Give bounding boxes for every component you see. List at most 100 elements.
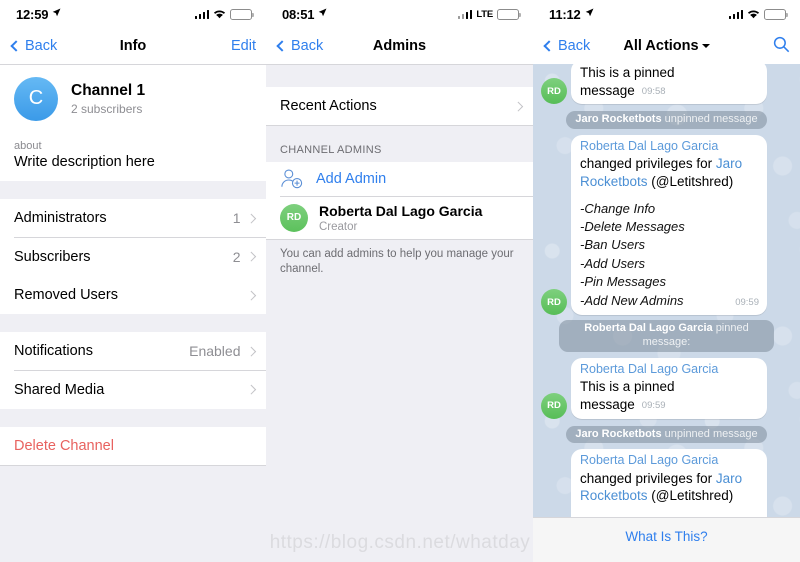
status-bar-left: 08:51 bbox=[282, 7, 327, 22]
members-group: Administrators 1 Subscribers 2 Removed U… bbox=[0, 199, 266, 314]
chevron-right-icon bbox=[513, 101, 523, 111]
about-value: Write description here bbox=[14, 154, 155, 170]
row-notifications[interactable]: Notifications Enabled bbox=[0, 332, 266, 370]
avatar: C bbox=[14, 76, 58, 121]
about-row[interactable]: about Write description here bbox=[0, 131, 266, 181]
add-admin-label: Add Admin bbox=[316, 171, 387, 187]
location-arrow-icon bbox=[585, 8, 594, 20]
message-list: RD This is a pinned message 09:58 Jaro Ro… bbox=[533, 64, 800, 562]
status-bar-time: 08:51 bbox=[282, 6, 315, 22]
row-label: Removed Users bbox=[14, 287, 118, 303]
admins-group: Add Admin RD Roberta Dal Lago Garcia Cre… bbox=[266, 161, 533, 240]
status-bar: 12:59 bbox=[0, 0, 266, 28]
location-arrow-icon bbox=[52, 8, 61, 20]
chevron-down-icon bbox=[701, 44, 710, 48]
delete-channel-button[interactable]: Delete Channel bbox=[0, 426, 266, 465]
message-row: RD Roberta Dal Lago Garcia This is a pin… bbox=[541, 357, 792, 419]
battery-icon bbox=[764, 8, 788, 20]
privilege-item: -Change Info bbox=[580, 200, 656, 216]
recent-actions-group: Recent Actions bbox=[266, 86, 533, 126]
message-bubble[interactable]: This is a pinned message 09:58 bbox=[571, 64, 767, 105]
signal-bars-icon bbox=[728, 9, 743, 19]
phone-screen-all-actions: 11:12 Back All Actions RD This is a pinn… bbox=[533, 0, 800, 562]
chevron-right-icon bbox=[246, 384, 256, 395]
back-button[interactable]: Back bbox=[543, 38, 590, 54]
row-value: Enabled bbox=[189, 343, 241, 359]
battery-icon bbox=[497, 8, 521, 20]
channel-header-group: C Channel 1 2 subscribers about Write de… bbox=[0, 64, 266, 181]
row-administrators[interactable]: Administrators 1 bbox=[0, 199, 266, 237]
delete-channel-label: Delete Channel bbox=[14, 437, 114, 454]
privilege-list: -Change Info -Delete Messages -Ban Users… bbox=[580, 200, 759, 311]
back-label: Back bbox=[558, 38, 591, 54]
message-bubble[interactable]: Roberta Dal Lago Garcia This is a pinned… bbox=[571, 357, 767, 419]
row-subscribers[interactable]: Subscribers 2 bbox=[0, 237, 266, 276]
row-value: 2 bbox=[232, 248, 241, 265]
message-text: This is a pinned message 09:59 bbox=[580, 379, 675, 412]
section-header-channel-admins: CHANNEL ADMINS bbox=[280, 143, 382, 156]
add-user-icon bbox=[280, 168, 304, 190]
channel-header[interactable]: C Channel 1 2 subscribers bbox=[0, 64, 266, 131]
message-time: 09:58 bbox=[641, 85, 666, 97]
chevron-left-icon bbox=[276, 40, 288, 52]
channel-meta: Channel 1 2 subscribers bbox=[71, 81, 145, 116]
spacer bbox=[0, 408, 266, 427]
status-bar: 11:12 bbox=[533, 0, 800, 28]
status-bar-right: LTE bbox=[457, 8, 521, 20]
row-label: Shared Media bbox=[14, 381, 105, 398]
admin-list-item[interactable]: RD Roberta Dal Lago Garcia Creator bbox=[266, 196, 533, 239]
message-text: This is a pinned message 09:58 bbox=[580, 65, 675, 98]
row-removed-users[interactable]: Removed Users bbox=[0, 276, 266, 314]
message-time: 09:59 bbox=[641, 399, 666, 411]
row-label: Subscribers bbox=[14, 248, 91, 265]
chat-log[interactable]: RD This is a pinned message 09:58 Jaro Ro… bbox=[533, 64, 800, 562]
row-value: 1 bbox=[232, 210, 241, 226]
service-action: unpinned message bbox=[664, 113, 758, 126]
chevron-left-icon bbox=[10, 40, 22, 52]
message-bubble[interactable]: Roberta Dal Lago Garcia changed privileg… bbox=[571, 134, 767, 316]
add-admin-button[interactable]: Add Admin bbox=[266, 162, 533, 196]
row-shared-media[interactable]: Shared Media bbox=[0, 370, 266, 409]
row-label: Notifications bbox=[14, 343, 93, 359]
channel-info-body: C Channel 1 2 subscribers about Write de… bbox=[0, 64, 266, 562]
search-icon bbox=[773, 36, 790, 57]
phone-screen-admins: 08:51 LTE Back Admins Recent Actions CHA… bbox=[266, 0, 533, 562]
location-arrow-icon bbox=[318, 8, 327, 20]
chevron-right-icon bbox=[246, 251, 256, 262]
back-button[interactable]: Back bbox=[276, 38, 323, 54]
service-message-bubble: Jaro Rocketbots unpinned message bbox=[566, 425, 767, 444]
back-label: Back bbox=[25, 38, 58, 54]
nav-bar: Back Admins bbox=[266, 28, 533, 64]
nav-bar: Back Info Edit bbox=[0, 28, 266, 64]
privilege-item: -Ban Users bbox=[580, 237, 646, 253]
page-title-label: All Actions bbox=[623, 38, 699, 54]
service-actor: Roberta Dal Lago Garcia bbox=[584, 322, 713, 335]
message-row: RD This is a pinned message 09:58 bbox=[541, 64, 792, 105]
row-recent-actions[interactable]: Recent Actions bbox=[266, 87, 533, 125]
search-button[interactable] bbox=[773, 36, 790, 57]
row-label: Recent Actions bbox=[280, 98, 377, 114]
service-message-bubble: Roberta Dal Lago Garcia pinned message: bbox=[559, 320, 774, 352]
avatar: RD bbox=[541, 289, 567, 316]
message-time: 09:59 bbox=[735, 296, 759, 308]
admin-name: Roberta Dal Lago Garcia bbox=[319, 202, 483, 219]
chevron-right-icon bbox=[246, 290, 256, 300]
status-bar-left: 11:12 bbox=[549, 7, 594, 22]
signal-bars-icon bbox=[457, 9, 473, 19]
carrier-label: LTE bbox=[476, 8, 493, 20]
status-bar-time: 12:59 bbox=[16, 6, 49, 22]
settings-group: Notifications Enabled Shared Media bbox=[0, 332, 266, 409]
battery-icon bbox=[230, 8, 254, 20]
admins-help-text: You can add admins to help you manage yo… bbox=[280, 247, 514, 276]
admin-info: Roberta Dal Lago Garcia Creator bbox=[319, 203, 482, 234]
privilege-item: -Pin Messages bbox=[580, 274, 666, 290]
edit-button[interactable]: Edit bbox=[231, 38, 256, 54]
status-bar-right bbox=[728, 8, 788, 20]
what-is-this-button[interactable]: What Is This? bbox=[625, 529, 707, 544]
avatar: RD bbox=[541, 78, 567, 105]
chevron-left-icon bbox=[543, 40, 555, 52]
message-text: changed privileges for Jaro Rocketbots (… bbox=[580, 470, 743, 504]
back-button[interactable]: Back bbox=[10, 38, 57, 54]
chevron-right-icon bbox=[246, 213, 256, 223]
message-text: changed privileges for Jaro Rocketbots (… bbox=[580, 156, 743, 190]
